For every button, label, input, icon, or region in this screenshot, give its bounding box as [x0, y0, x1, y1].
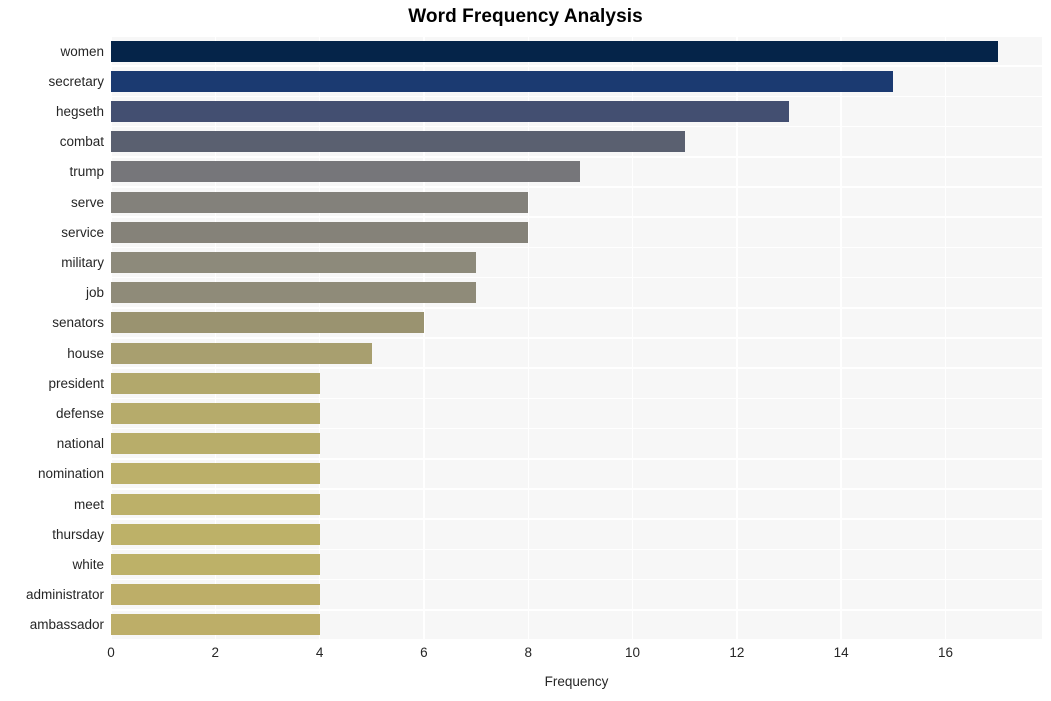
bar — [111, 312, 424, 334]
y-axis-tick-label: job — [85, 285, 104, 301]
y-axis-tick-label: president — [48, 375, 104, 391]
bar — [111, 493, 320, 515]
y-axis-tick-label: hegseth — [55, 104, 104, 119]
y-axis-tick-label: trump — [69, 164, 104, 180]
gridline-horizontal — [111, 518, 1042, 520]
gridline-horizontal — [111, 337, 1042, 339]
gridline-horizontal — [111, 548, 1042, 551]
y-axis-tick-label: senators — [52, 315, 104, 331]
bar — [111, 70, 894, 92]
y-axis-tick-labels: women secretary hegseth combat trump serve ser… — [0, 36, 104, 640]
bar — [111, 554, 320, 575]
plot-area — [110, 35, 1042, 641]
x-axis-tick-label: 16 — [937, 645, 954, 660]
gridline-horizontal — [111, 609, 1042, 611]
y-axis-tick-label: thursday — [52, 526, 104, 542]
bar — [111, 252, 477, 273]
x-axis-tick-label: 0 — [107, 645, 115, 660]
gridline-horizontal — [111, 276, 1042, 279]
y-axis-tick-label: women — [60, 43, 104, 59]
x-axis-tick-label: 2 — [211, 645, 220, 660]
gridline-horizontal — [111, 427, 1042, 430]
gridline-horizontal — [111, 156, 1042, 158]
x-axis-tick-labels: 0 2 4 6 8 10 12 14 16 — [0, 645, 1051, 667]
x-axis-tick-label: 10 — [625, 645, 641, 660]
bar — [111, 614, 320, 636]
bar — [111, 191, 529, 213]
gridline-horizontal — [111, 639, 1042, 641]
bar — [111, 131, 685, 153]
bar — [111, 433, 320, 455]
bar — [111, 40, 998, 62]
gridline-horizontal — [111, 458, 1042, 460]
bar — [111, 342, 372, 364]
y-axis-tick-label: defense — [55, 406, 104, 421]
gridline-horizontal — [111, 488, 1042, 490]
bar — [111, 161, 581, 183]
y-axis-tick-label: ambassador — [29, 617, 104, 633]
gridline-horizontal — [111, 397, 1042, 400]
x-axis-tick-label: 6 — [420, 645, 428, 660]
gridline-horizontal — [111, 367, 1042, 369]
word-frequency-chart: Word Frequency Analysis women secretary he… — [0, 0, 1051, 701]
gridline-horizontal — [111, 307, 1042, 309]
y-axis-tick-label: house — [67, 345, 104, 361]
gridline-horizontal — [111, 65, 1042, 67]
y-axis-tick-label: white — [72, 557, 104, 572]
x-axis-tick-label: 8 — [524, 645, 533, 660]
y-axis-tick-label: military — [61, 255, 104, 270]
bar — [111, 523, 320, 545]
bar — [111, 584, 320, 606]
bar — [111, 403, 320, 424]
gridline-horizontal — [111, 578, 1042, 581]
gridline-horizontal — [111, 216, 1042, 218]
y-axis-tick-label: secretary — [48, 73, 104, 89]
x-axis-title: Frequency — [544, 674, 609, 689]
gridline-horizontal — [111, 95, 1042, 98]
y-axis-tick-label: combat — [59, 134, 104, 150]
y-axis-tick-label: national — [56, 436, 104, 452]
y-axis-tick-label: meet — [73, 496, 104, 512]
gridline-horizontal — [111, 246, 1042, 249]
x-axis-tick-label: 12 — [729, 645, 745, 660]
gridline-horizontal — [111, 186, 1042, 188]
bar — [111, 221, 529, 243]
x-axis-tick-label: 4 — [315, 645, 324, 660]
gridline-horizontal — [111, 125, 1042, 128]
y-axis-tick-label: serve — [70, 194, 104, 210]
bar — [111, 372, 320, 394]
bar — [111, 463, 320, 485]
y-axis-tick-label: service — [61, 224, 104, 240]
y-axis-tick-label: nomination — [37, 466, 104, 482]
gridline-horizontal — [111, 35, 1042, 37]
chart-title: Word Frequency Analysis — [408, 6, 643, 27]
bar — [111, 101, 790, 122]
x-axis-tick-label: 14 — [833, 645, 849, 660]
y-axis-tick-label: administrator — [25, 587, 104, 603]
bar — [111, 282, 477, 304]
